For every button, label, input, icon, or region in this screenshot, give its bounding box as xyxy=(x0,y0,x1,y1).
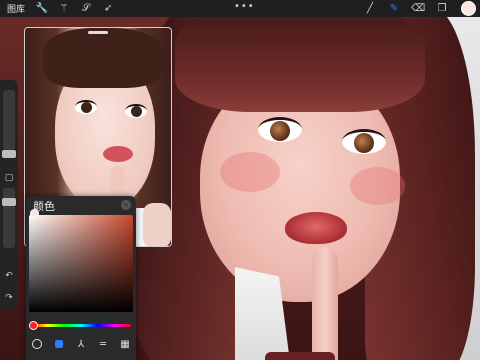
wrench-icon[interactable]: 🔧 xyxy=(35,2,49,16)
hue-slider[interactable] xyxy=(31,324,131,327)
artwork-lips xyxy=(285,212,347,244)
color-picker-well[interactable] xyxy=(461,1,476,16)
more-options-icon[interactable]: ••• xyxy=(234,1,255,12)
color-saturation-square[interactable] xyxy=(29,215,133,312)
artwork-right-eye xyxy=(342,129,386,154)
classic-mode-icon[interactable] xyxy=(52,337,66,351)
color-panel: 颜色 × xyxy=(26,196,136,360)
eraser-icon[interactable]: ⌫ xyxy=(411,2,425,16)
reference-drag-handle[interactable] xyxy=(88,31,108,34)
artwork-finger xyxy=(312,247,338,360)
left-sidebar: ▢ ↶ ↷ xyxy=(0,80,18,310)
gallery-button[interactable]: 图库 xyxy=(7,2,25,15)
brush-size-thumb[interactable] xyxy=(2,150,16,158)
artwork-left-eye xyxy=(258,117,302,142)
reference-right-eye xyxy=(125,104,147,118)
reference-hand xyxy=(143,203,171,246)
smudge-icon[interactable]: ✎ xyxy=(387,2,401,16)
magic-wand-icon[interactable]: ⚚ xyxy=(57,2,71,16)
close-icon[interactable]: × xyxy=(121,200,131,210)
selection-s-icon[interactable]: 𝒮 xyxy=(79,2,93,16)
color-cursor[interactable] xyxy=(30,209,39,218)
reference-lips xyxy=(103,146,133,162)
redo-icon[interactable]: ↷ xyxy=(3,292,15,304)
modify-button[interactable]: ▢ xyxy=(3,172,15,184)
disc-mode-icon[interactable] xyxy=(30,337,44,351)
artwork-bow xyxy=(265,352,335,360)
artwork-bangs xyxy=(175,17,425,112)
opacity-slider[interactable] xyxy=(3,188,15,248)
right-toolset: ╱ ✎ ⌫ ❐ xyxy=(363,1,476,16)
brush-icon[interactable]: ╱ xyxy=(363,2,377,16)
palettes-mode-icon[interactable] xyxy=(118,337,132,351)
artwork-blush-left xyxy=(220,152,280,192)
layers-icon[interactable]: ❐ xyxy=(435,2,449,16)
hue-slider-thumb[interactable] xyxy=(29,321,38,330)
color-mode-tabs xyxy=(26,334,136,354)
brush-size-slider[interactable] xyxy=(2,90,16,158)
undo-icon[interactable]: ↶ xyxy=(3,270,15,282)
reference-left-eye xyxy=(75,100,97,114)
transform-arrow-icon[interactable]: ➶ xyxy=(101,2,115,16)
top-toolbar: 图库 🔧 ⚚ 𝒮 ➶ ••• ╱ ✎ ⌫ ❐ xyxy=(0,0,480,17)
harmony-mode-icon[interactable] xyxy=(74,337,88,351)
opacity-thumb[interactable] xyxy=(2,198,16,206)
value-mode-icon[interactable] xyxy=(96,337,110,351)
reference-bangs xyxy=(43,28,163,88)
artwork-blush-right xyxy=(350,167,405,205)
